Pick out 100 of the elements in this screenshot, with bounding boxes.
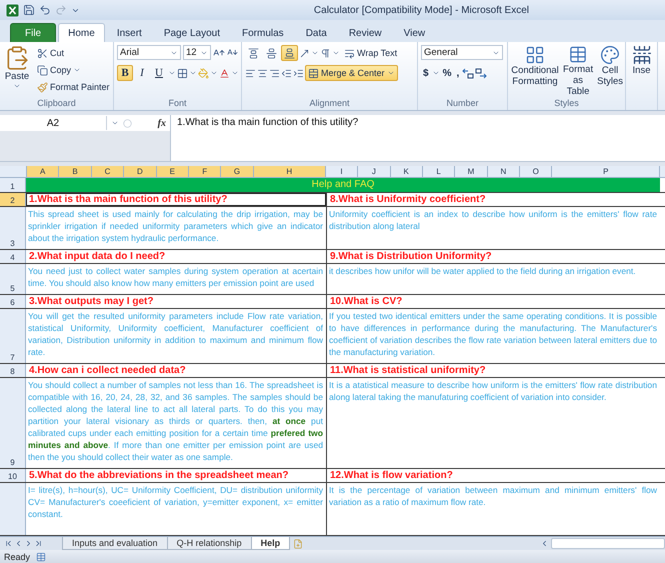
caret-icon [210,69,218,77]
ribbon-tab[interactable]: Page Layout [154,23,230,42]
undo-icon[interactable] [39,4,51,16]
merge-center-button[interactable]: Merge & Center [305,65,398,81]
row-header[interactable]: 4 [0,250,26,263]
ribbon-tab[interactable]: Data [296,23,337,42]
align-left-icon[interactable] [245,68,256,78]
save-icon[interactable] [23,4,35,16]
column-header[interactable]: D [124,166,157,177]
font-color-icon[interactable] [219,68,230,78]
insert-cells-icon [632,45,652,65]
bold-button[interactable]: B [117,65,133,81]
caret-icon [13,82,21,90]
answer-cell-text: If you tested two identical emitters under the same operating conditions. It is possible to have differences in performance during the manufacturing. The Manufacturer's coefficient of variation describes the flow rate variation between lateral emitters due to the manufacturing variation. [328,310,658,359]
ribbon-tab[interactable]: Review [338,23,392,42]
answer-cell-text: it describes how unifor will be water applied to the field during an irrigation event. [328,265,637,278]
italic-button[interactable]: I [134,65,150,81]
previous-sheet-icon[interactable] [14,539,23,548]
ribbon-tab[interactable]: Home [58,23,105,42]
row-header[interactable]: 8 [0,364,26,377]
merge-icon [308,68,319,78]
caret-icon [168,69,176,77]
indent-increase-icon[interactable] [293,68,304,78]
excel-logo-icon[interactable] [6,4,19,16]
next-sheet-icon[interactable] [24,539,33,548]
status-text: Ready [4,552,30,562]
text-direction-icon[interactable] [320,48,331,58]
column-header[interactable]: G [221,166,254,177]
sheet-tab[interactable]: Inputs and evaluation [62,537,168,550]
question-cell-text: 3.What outputs may I get? [28,295,154,308]
fill-color-icon[interactable] [198,68,209,78]
style-button[interactable]: Cell Styles [597,45,624,97]
column-header[interactable]: I [326,166,358,177]
style-button[interactable]: Format as Table [562,45,594,97]
column-header[interactable]: A [27,166,60,177]
ribbon-tab[interactable]: Formulas [232,23,294,42]
row-header[interactable]: 7 [0,309,26,363]
increase-decimal-icon[interactable] [462,68,474,78]
row-header[interactable]: 2 [0,193,26,206]
column-header[interactable]: H [254,166,326,177]
caret-icon [231,69,239,77]
copy-button[interactable]: Copy [34,62,113,78]
grow-font-icon[interactable] [213,46,225,58]
decrease-decimal-icon[interactable] [475,68,488,78]
file-tab[interactable]: File [10,23,56,42]
align-icon [248,48,259,58]
column-header[interactable]: C [92,166,124,177]
column-header[interactable]: N [488,166,520,177]
question-cell-text: 2.What input data do I need? [28,250,166,263]
group-label: Clipboard [36,97,77,110]
first-sheet-icon[interactable] [4,539,13,548]
insert-button[interactable]: Inse [629,45,654,110]
style-button[interactable]: Conditional Formatting [511,45,559,97]
borders-icon[interactable] [177,68,188,78]
row-header[interactable]: 6 [0,295,26,308]
caret-icon [311,49,319,57]
align-right-icon[interactable] [269,68,280,78]
column-header[interactable]: E [156,166,189,177]
row-header[interactable]: 9 [0,378,26,468]
sheet-tab[interactable]: Help [250,537,290,550]
sheet-tab[interactable]: Q-H relationship [166,537,252,550]
answer-cell-text: Uniformity coefficient is an index to describe how uniform is the emitters' flow rate distribution along lateral [328,208,658,233]
caret-icon [73,66,82,74]
font-size-field[interactable]: 12 [183,45,211,60]
window-title: Calculator [Compatibility Mode] - Microsoft Excel [314,4,529,16]
paste-button[interactable]: Paste [3,45,31,97]
row-header[interactable]: 1 [0,178,26,192]
question-cell-text: 9.What is Distribution Uniformity? [329,250,493,263]
insert-function-button[interactable]: fx [158,118,166,128]
number-format-button[interactable]: , [454,65,462,81]
row-header[interactable]: 5 [0,264,26,294]
number-format-button[interactable]: % [440,65,454,81]
question-cell: 1.What is tha main function of this utility? [26,193,326,206]
column-header[interactable]: F [188,166,222,177]
scissors-icon [37,48,48,58]
underline-button[interactable]: U [151,65,167,81]
group-label: Number [445,97,480,110]
horizontal-scrollbar[interactable] [551,538,665,549]
column-header[interactable]: B [59,166,92,177]
align-center-icon[interactable] [257,68,268,78]
orientation-icon[interactable] [299,48,310,58]
title-cell: Help and FAQ [26,178,660,192]
row-header[interactable]: 10 [0,469,26,482]
name-box[interactable]: A2 [0,116,107,130]
cut-button[interactable]: Cut [34,45,113,61]
last-sheet-icon[interactable] [34,539,43,548]
column-header[interactable]: K [390,166,423,177]
question-cell-text: 8.What is Uniformity coefficient? [329,193,487,206]
wrap-text-button[interactable]: Wrap Text [341,45,400,61]
format-painter-button[interactable]: Format Painter [34,79,113,95]
scroll-left-icon[interactable] [540,539,549,548]
formula-text[interactable]: 1.What is tha main function of this utility? [171,115,364,161]
bottom-align-button[interactable] [281,45,298,61]
ribbon-tab[interactable]: View [394,23,436,42]
indent-decrease-icon[interactable] [281,68,292,78]
number-format-field[interactable]: General [421,45,503,60]
row-header[interactable]: 3 [0,207,26,249]
font-name-field[interactable]: Arial [117,45,181,60]
number-format-button[interactable]: $ [421,65,431,81]
ribbon-tab[interactable]: Insert [106,23,152,42]
